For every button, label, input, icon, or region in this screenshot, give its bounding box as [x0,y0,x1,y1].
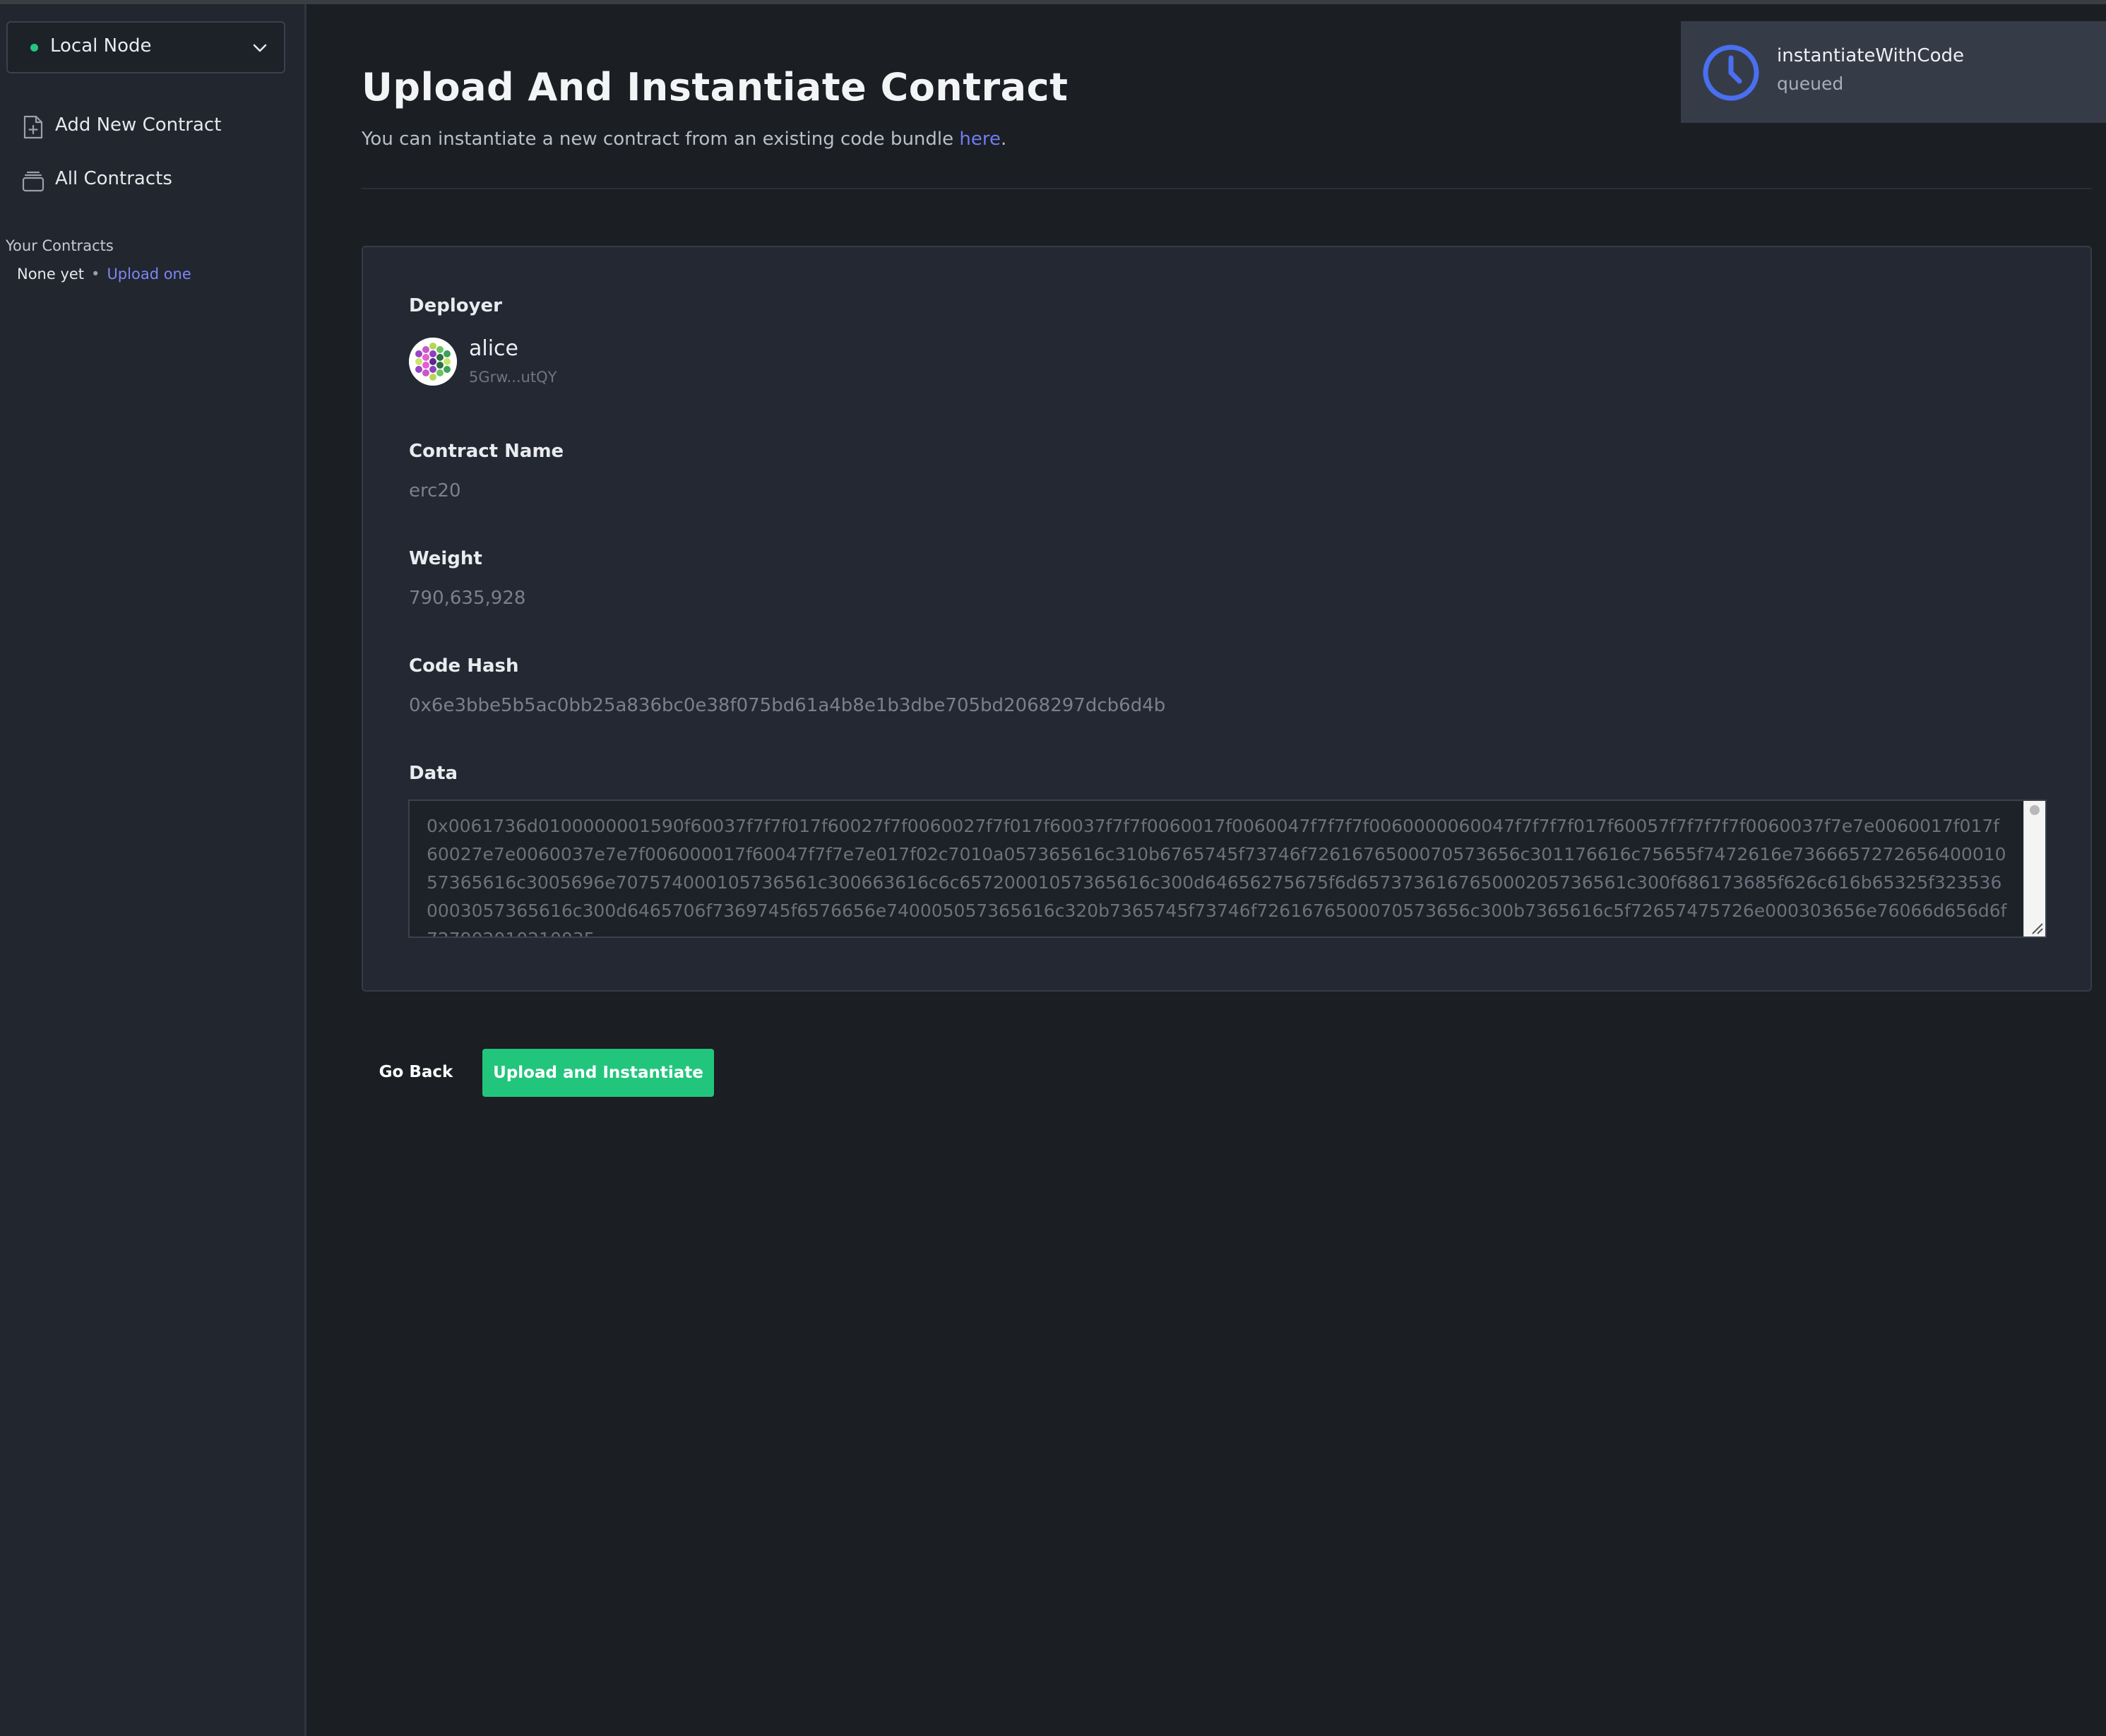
code-hash-value: 0x6e3bbe5b5ac0bb25a836bc0e38f075bd61a4b8… [409,695,1166,716]
identicon-icon [409,338,457,386]
data-textarea[interactable]: 0x0061736d0100000001590f60037f7f7f017f60… [408,799,2047,938]
weight-label: Weight [409,548,482,569]
resize-handle-icon[interactable] [2028,920,2044,935]
sidebar: Local Node Add New Contract All Contract… [0,4,307,1736]
subtitle-suffix: . [1000,129,1007,150]
go-back-button[interactable]: Go Back [370,1048,462,1096]
deployer-name: alice [469,336,519,361]
node-selector[interactable]: Local Node [6,21,285,73]
upload-one-link[interactable]: Upload one [107,266,191,283]
sidebar-item-label: Add New Contract [55,114,222,136]
weight-value: 790,635,928 [409,588,526,609]
bullet-separator: • [91,266,100,283]
data-value: 0x0061736d0100000001590f60037f7f7f017f60… [427,816,2007,937]
deployer-address: 5Grw...utQY [469,369,557,386]
scrollbar[interactable] [2023,801,2045,937]
deployer-label: Deployer [409,295,503,316]
contract-form-card: Deployer alice 5Grw...utQY Contract Name… [362,246,2092,992]
empty-text: None yet [17,266,85,283]
sidebar-item-all-contracts[interactable]: All Contracts [21,164,290,195]
subtitle-text: You can instantiate a new contract from … [362,129,960,150]
sidebar-item-add-new-contract[interactable]: Add New Contract [21,110,290,141]
file-plus-icon [23,115,43,139]
node-selector-label: Local Node [50,35,152,57]
page-subtitle: You can instantiate a new contract from … [362,129,1006,150]
window-top-border [0,0,2106,4]
chevron-down-icon [253,44,267,52]
status-toast: instantiateWithCode queued [1681,21,2106,123]
here-link[interactable]: here [959,129,1001,150]
code-hash-label: Code Hash [409,655,519,677]
toast-status: queued [1777,73,1844,94]
data-label: Data [409,763,458,784]
page-title: Upload And Instantiate Contract [362,65,1069,109]
toast-title: instantiateWithCode [1777,45,1964,66]
divider [362,188,2092,189]
stack-icon [22,171,44,192]
contract-name-value: erc20 [409,480,461,501]
clock-icon [1703,44,1759,101]
node-status-dot [30,44,38,52]
contract-name-label: Contract Name [409,441,564,462]
upload-and-instantiate-button[interactable]: Upload and Instantiate [482,1049,714,1097]
sidebar-item-label: All Contracts [55,168,172,189]
avatar[interactable] [409,338,457,386]
your-contracts-empty: None yet • Upload one [17,266,191,283]
scrollbar-thumb[interactable] [2030,805,2040,815]
your-contracts-heading: Your Contracts [6,237,114,254]
